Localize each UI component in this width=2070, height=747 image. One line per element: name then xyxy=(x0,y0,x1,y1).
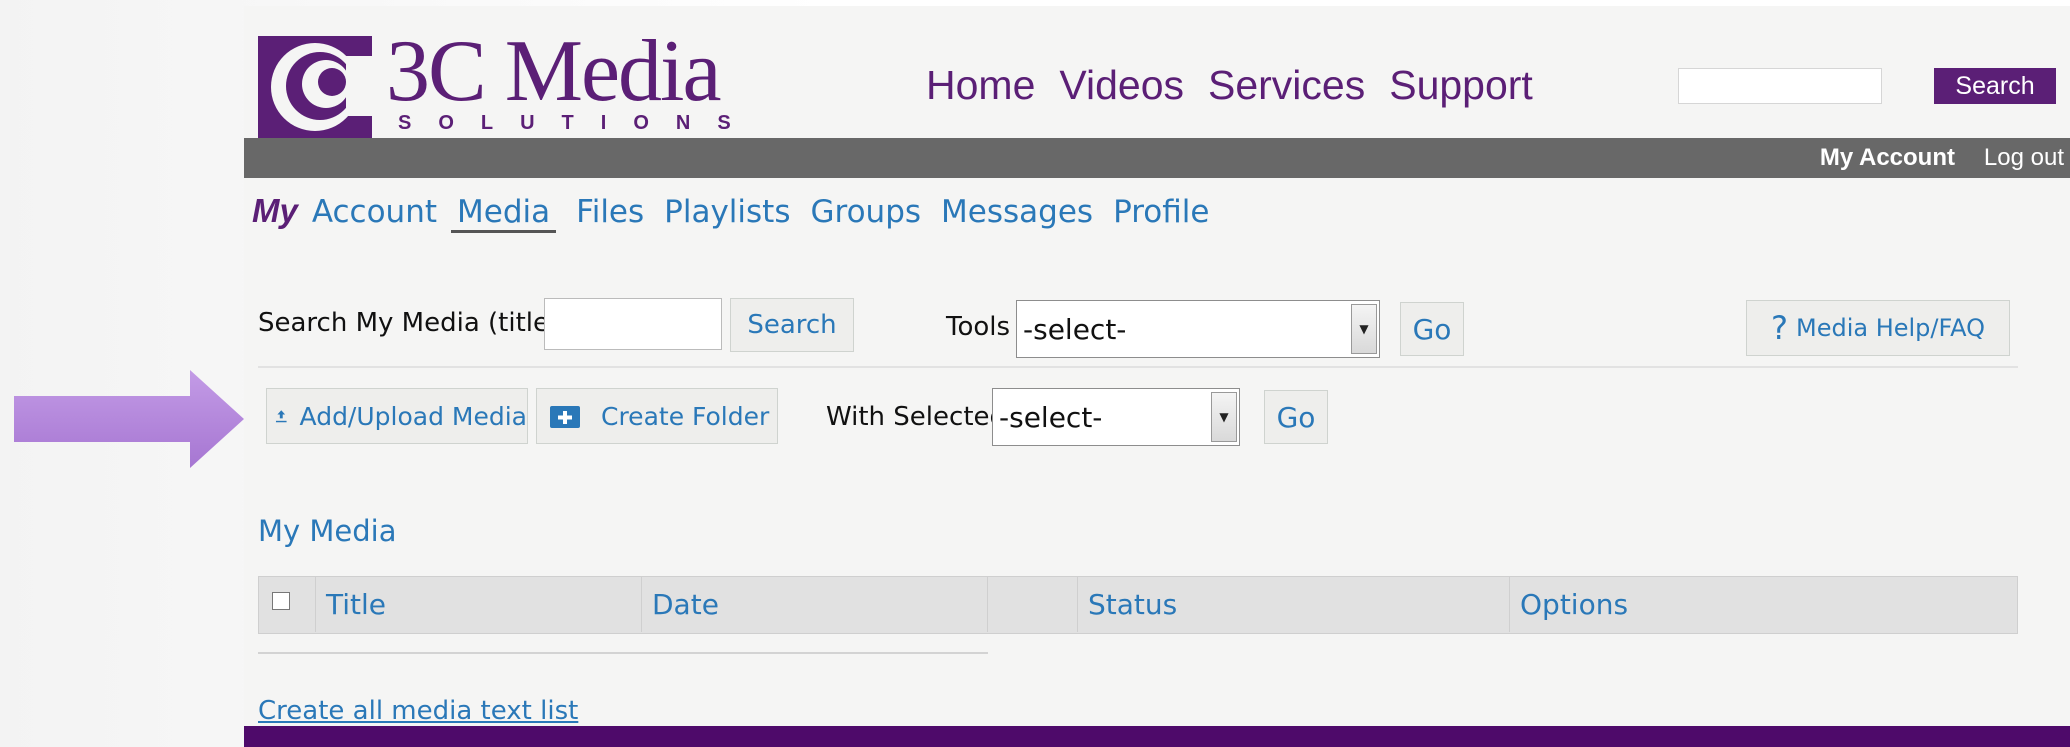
tools-label: Tools xyxy=(946,312,1011,342)
tools-select[interactable]: -select- ▼ xyxy=(1016,300,1380,358)
company-logo[interactable]: 3C Media SOLUTIONS xyxy=(258,23,731,138)
log-out-link[interactable]: Log out xyxy=(1984,142,2064,174)
table-bottom-border xyxy=(258,652,988,654)
media-help-label: Media Help/FAQ xyxy=(1795,314,1985,342)
media-help-button[interactable]: ? Media Help/FAQ xyxy=(1746,300,2010,356)
nav-services[interactable]: Services xyxy=(1208,62,1365,109)
help-question-icon: ? xyxy=(1771,309,1788,347)
search-my-media-button[interactable]: Search xyxy=(730,298,854,352)
my-account-link[interactable]: My Account xyxy=(1820,142,1955,174)
media-table: Title Date Status Options xyxy=(258,576,2018,636)
nav-support[interactable]: Support xyxy=(1389,62,1533,109)
account-bar: My Account Log out xyxy=(244,138,2070,178)
column-header-status[interactable]: Status xyxy=(1078,576,1510,632)
add-upload-media-label: Add/Upload Media xyxy=(299,401,527,431)
toolbar-divider xyxy=(258,366,2018,368)
site-search-input[interactable] xyxy=(1678,68,1882,104)
web-page: 3C Media SOLUTIONS Home Videos Services … xyxy=(244,6,2070,747)
upload-icon xyxy=(275,410,287,423)
my-subnav: My Account Media Files Playlists Groups … xyxy=(252,192,1229,233)
main-nav: Home Videos Services Support xyxy=(926,62,1533,109)
subnav-item-files[interactable]: Files xyxy=(576,194,644,230)
create-folder-label: Create Folder xyxy=(601,401,770,431)
nav-home[interactable]: Home xyxy=(926,62,1035,109)
dropdown-arrow-icon: ▼ xyxy=(1351,304,1377,354)
logo-mark-icon xyxy=(258,36,372,138)
subnav-item-messages[interactable]: Messages xyxy=(941,194,1093,230)
tools-select-value: -select- xyxy=(1023,312,1127,346)
subnav-item-groups[interactable]: Groups xyxy=(811,194,922,230)
subnav-item-profile[interactable]: Profile xyxy=(1113,194,1209,230)
subnav-item-playlists[interactable]: Playlists xyxy=(664,194,790,230)
column-header-title[interactable]: Title xyxy=(316,576,642,632)
site-header: 3C Media SOLUTIONS Home Videos Services … xyxy=(244,6,2070,138)
select-all-checkbox[interactable] xyxy=(272,592,290,610)
with-selected-label: With Selected xyxy=(826,402,1007,432)
with-selected-select[interactable]: -select- ▼ xyxy=(992,388,1240,446)
search-my-media-label: Search My Media (title): xyxy=(258,308,568,338)
create-media-text-list-link[interactable]: Create all media text list xyxy=(258,696,578,726)
with-selected-go-button[interactable]: Go xyxy=(1264,390,1328,444)
column-header-options[interactable]: Options xyxy=(1510,576,2018,632)
subnav-my-label: My xyxy=(252,192,298,229)
create-folder-button[interactable]: Create Folder xyxy=(536,388,778,444)
add-upload-media-button[interactable]: Add/Upload Media xyxy=(266,388,528,444)
logo-subtitle: SOLUTIONS xyxy=(398,112,758,134)
column-header-date[interactable]: Date xyxy=(642,576,988,632)
dropdown-arrow-icon: ▼ xyxy=(1211,392,1237,442)
add-folder-icon xyxy=(550,406,580,428)
with-selected-value: -select- xyxy=(999,400,1103,434)
column-header-blank xyxy=(988,576,1078,632)
subnav-item-account[interactable]: Account xyxy=(312,194,437,230)
search-my-media-input[interactable] xyxy=(544,298,722,350)
footer-bar xyxy=(244,726,2070,747)
pointer-arrow xyxy=(14,370,244,468)
my-media-heading: My Media xyxy=(258,514,397,548)
site-search-button[interactable]: Search xyxy=(1934,68,2056,104)
subnav-item-media[interactable]: Media xyxy=(451,194,557,233)
nav-videos[interactable]: Videos xyxy=(1059,62,1184,109)
select-all-cell xyxy=(258,576,316,632)
logo-title: 3C Media xyxy=(386,23,722,120)
tools-go-button[interactable]: Go xyxy=(1400,302,1464,356)
